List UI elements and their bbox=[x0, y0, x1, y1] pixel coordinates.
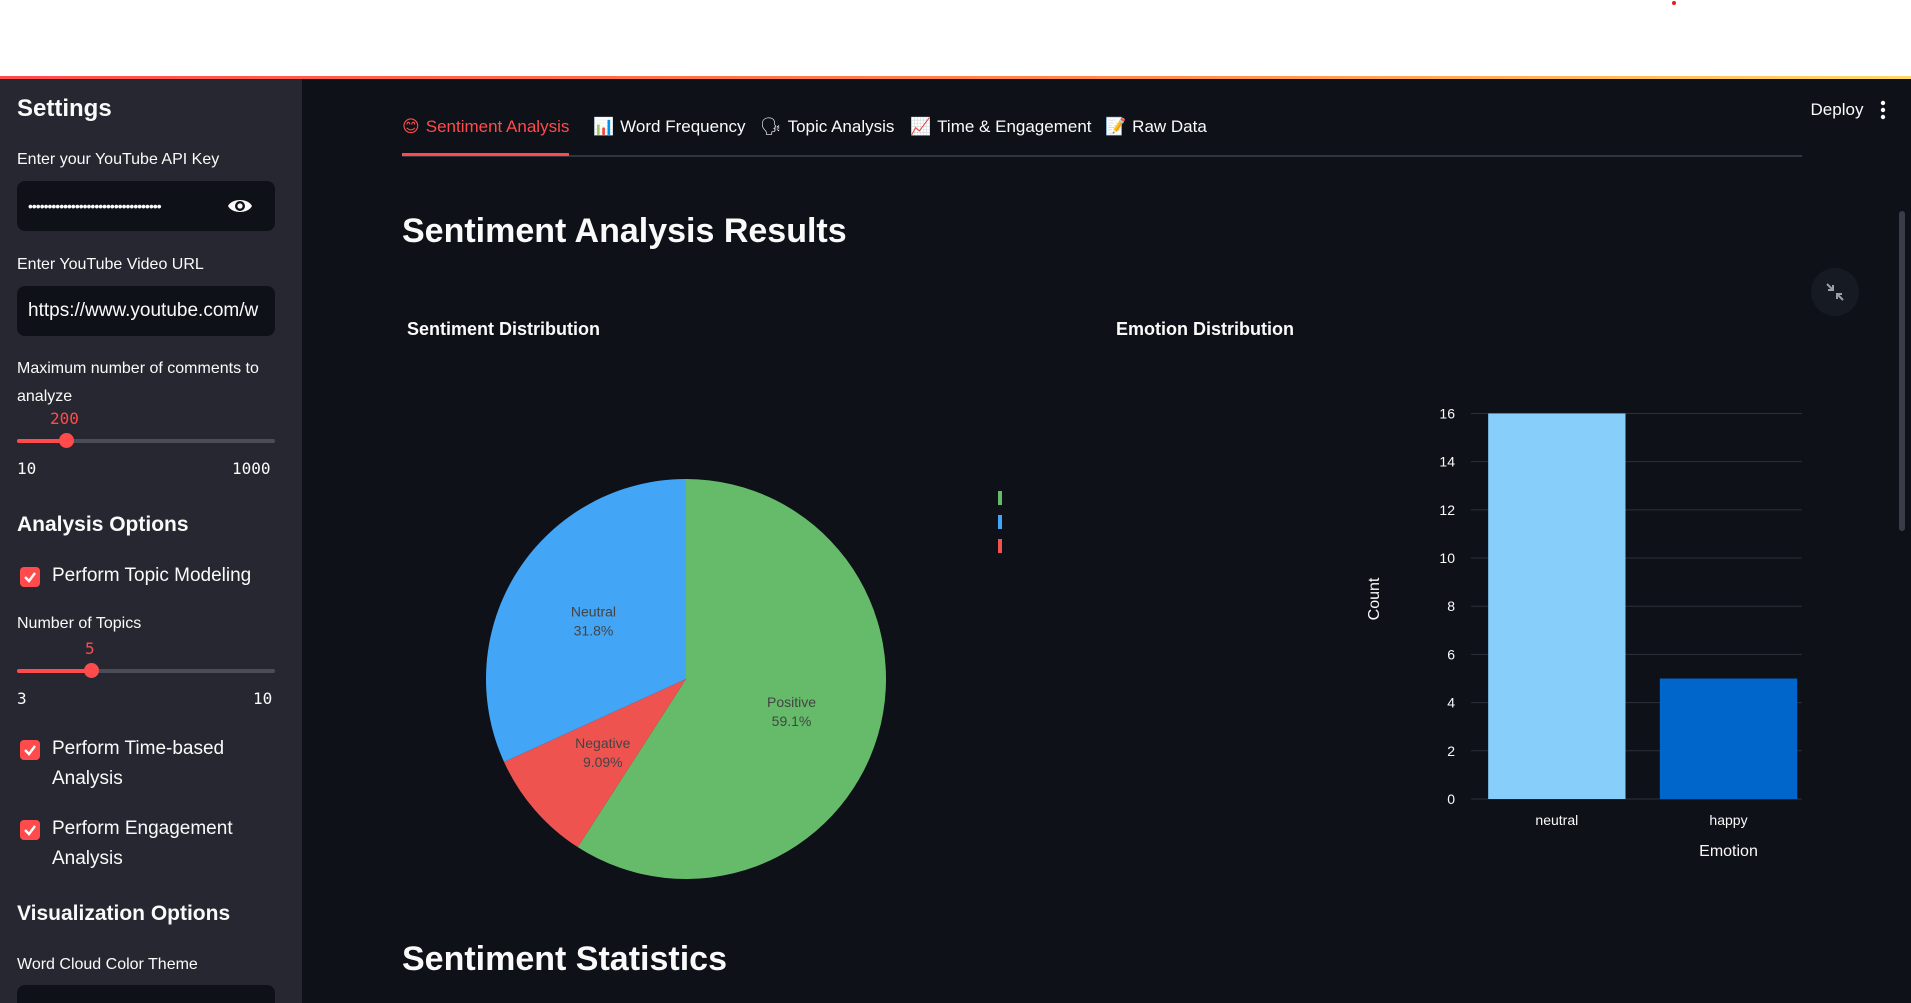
memo-icon: 📝 bbox=[1105, 117, 1127, 136]
tab-raw-data[interactable]: 📝 Raw Data bbox=[1105, 111, 1207, 155]
collapse-arrows-icon bbox=[1826, 283, 1844, 301]
streamlit-app: Settings Enter your YouTube API Key ••••… bbox=[0, 79, 1911, 1003]
bar-chart-title: Emotion Distribution bbox=[1116, 319, 1294, 339]
x-tick-label: happy bbox=[1709, 812, 1747, 828]
max-comments-slider[interactable] bbox=[17, 433, 275, 448]
tab-label: Word Frequency bbox=[620, 117, 746, 136]
stats-heading: Sentiment Statistics bbox=[402, 940, 727, 978]
y-tick-label: 2 bbox=[1447, 743, 1455, 759]
y-tick-label: 6 bbox=[1447, 646, 1455, 662]
time-based-checkbox[interactable] bbox=[20, 740, 40, 760]
deploy-button[interactable]: Deploy bbox=[1792, 95, 1882, 125]
api-key-value: •••••••••••••••••••••••••••••••••• bbox=[28, 198, 162, 214]
more-options-icon[interactable] bbox=[1873, 96, 1893, 124]
eye-icon[interactable] bbox=[227, 195, 253, 217]
max-comments-max: 1000 bbox=[232, 459, 271, 478]
pie-percent-label: 59.1% bbox=[772, 713, 812, 729]
video-url-input[interactable]: https://www.youtube.com/w bbox=[17, 286, 275, 336]
analysis-options-heading: Analysis Options bbox=[17, 513, 189, 536]
max-comments-slider-thumb[interactable] bbox=[58, 433, 74, 448]
tab-label: Sentiment Analysis bbox=[425, 117, 570, 136]
api-key-input[interactable]: •••••••••••••••••••••••••••••••••• bbox=[17, 181, 275, 231]
pie-label: Positive bbox=[767, 694, 816, 710]
num-topics-slider-fill bbox=[17, 669, 91, 673]
video-url-label: Enter YouTube Video URL bbox=[17, 256, 204, 273]
topic-modeling-checkbox[interactable] bbox=[20, 567, 40, 587]
max-comments-min: 10 bbox=[17, 459, 37, 478]
sidebar-title: Settings bbox=[17, 95, 112, 122]
fullscreen-button[interactable] bbox=[1811, 268, 1859, 316]
video-url-value: https://www.youtube.com/w bbox=[28, 300, 259, 321]
num-topics-max: 10 bbox=[253, 689, 273, 708]
x-axis-label: Emotion bbox=[1699, 843, 1758, 860]
emotion-bar-chart: 0246810121416neutralhappyangryEmotionCou… bbox=[1366, 405, 1802, 860]
status-dot bbox=[1672, 1, 1676, 5]
num-topics-min: 3 bbox=[17, 689, 27, 708]
topic-modeling-label[interactable]: Perform Topic Modeling bbox=[52, 561, 251, 591]
tab-label: Raw Data bbox=[1132, 117, 1207, 136]
main-content: Deploy 😊 Sentiment Analysis 📊 Word Frequ… bbox=[302, 79, 1911, 1003]
bar-neutral bbox=[1488, 413, 1626, 799]
bar-chart-icon: 📊 bbox=[593, 117, 615, 136]
max-comments-label: Maximum number of comments to analyze bbox=[17, 360, 259, 405]
pie-percent-label: 9.09% bbox=[583, 754, 623, 770]
num-topics-slider[interactable] bbox=[17, 663, 275, 678]
pie-chart-title: Sentiment Distribution bbox=[407, 319, 600, 339]
y-tick-label: 4 bbox=[1447, 695, 1455, 711]
num-topics-value: 5 bbox=[85, 639, 95, 658]
y-tick-label: 16 bbox=[1439, 405, 1455, 421]
tab-topic-analysis[interactable]: 🗣 Topic Analysis bbox=[760, 111, 894, 155]
y-axis-label: Count bbox=[1366, 577, 1383, 620]
num-topics-label: Number of Topics bbox=[17, 615, 142, 632]
legend-swatch bbox=[998, 491, 1002, 505]
speaking-head-icon: 🗣 bbox=[760, 117, 782, 136]
tab-sentiment-analysis[interactable]: 😊 Sentiment Analysis bbox=[402, 111, 569, 155]
pie-percent-label: 31.8% bbox=[574, 622, 614, 638]
tab-label: Topic Analysis bbox=[787, 117, 895, 136]
tab-label: Time & Engagement bbox=[937, 117, 1092, 136]
pie-label: Neutral bbox=[571, 603, 616, 619]
page-title: Sentiment Analysis Results bbox=[402, 212, 847, 250]
sidebar: Settings Enter your YouTube API Key ••••… bbox=[0, 79, 302, 1003]
y-tick-label: 12 bbox=[1439, 502, 1455, 518]
engagement-label[interactable]: Perform Engagement Analysis bbox=[52, 814, 282, 874]
scrollbar[interactable] bbox=[1899, 211, 1905, 531]
legend-swatch bbox=[998, 515, 1002, 529]
tab-word-frequency[interactable]: 📊 Word Frequency bbox=[593, 111, 746, 155]
sentiment-pie-chart: Positive59.1%Negative9.09%Neutral31.8%Po… bbox=[485, 479, 1002, 879]
checkmark-icon bbox=[24, 745, 36, 756]
max-comments-value: 200 bbox=[50, 409, 79, 428]
num-topics-slider-thumb[interactable] bbox=[83, 663, 99, 678]
tab-time-engagement[interactable]: 📈 Time & Engagement bbox=[910, 111, 1092, 155]
time-based-label[interactable]: Perform Time-based Analysis bbox=[52, 734, 252, 794]
line-chart-icon: 📈 bbox=[910, 117, 932, 136]
api-key-label: Enter your YouTube API Key bbox=[17, 151, 220, 168]
y-tick-label: 10 bbox=[1439, 550, 1455, 566]
checkmark-icon bbox=[24, 572, 36, 583]
legend-swatch bbox=[998, 539, 1002, 553]
y-tick-label: 0 bbox=[1447, 791, 1455, 807]
tab-bar: 😊 Sentiment Analysis 📊 Word Frequency 🗣 … bbox=[402, 111, 1802, 157]
y-tick-label: 14 bbox=[1439, 454, 1455, 470]
bar-happy bbox=[1659, 678, 1798, 799]
visualization-options-heading: Visualization Options bbox=[17, 902, 231, 925]
smiley-icon: 😊 bbox=[402, 117, 420, 136]
y-tick-label: 8 bbox=[1447, 598, 1455, 614]
checkmark-icon bbox=[24, 825, 36, 836]
browser-top-area bbox=[0, 0, 1911, 78]
wordcloud-theme-label: Word Cloud Color Theme bbox=[17, 956, 198, 973]
pie-label: Negative bbox=[575, 735, 630, 751]
wordcloud-theme-select[interactable] bbox=[17, 985, 275, 1003]
active-tab-indicator bbox=[402, 153, 569, 156]
x-tick-label: neutral bbox=[1535, 812, 1578, 828]
engagement-checkbox[interactable] bbox=[20, 820, 40, 840]
